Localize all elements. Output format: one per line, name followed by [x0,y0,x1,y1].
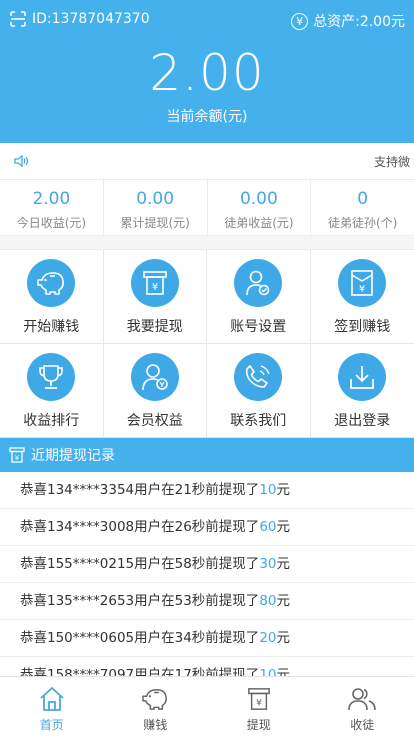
grid-member-benefits[interactable]: 会员权益 [103,344,207,438]
grid-label: 我要提现 [126,319,183,335]
record-text: 恭喜135****2653用户在53秒前提现了 [20,593,260,609]
record-amount: 10 [259,482,277,498]
stats-row: 2.00 今日收益(元) 0.00 累计提现(元) 0.00 徒弟收益(元) 0… [0,180,414,236]
record-text: 恭喜155****0215用户在58秒前提现了 [20,556,260,572]
grid-start-earning[interactable]: 开始赚钱 [0,250,104,344]
list-item: 恭喜158****7097用户在17秒前提现了10元 [0,657,414,676]
function-grid: 开始赚钱 ¥ 我要提现 账号设置 ¥ 签到赚钱 收益排行 会员权益 联系我们 退… [0,250,414,438]
list-item: 恭喜135****2653用户在53秒前提现了80元 [0,583,414,620]
record-text: 恭喜158****7097用户在17秒前提现了 [20,667,260,676]
piggy-bank-icon [141,685,169,713]
record-text: 恭喜134****3008用户在26秒前提现了 [20,519,260,535]
tab-earn[interactable]: 赚钱 [104,677,208,736]
tab-label: 收徒 [350,718,375,732]
records-list: 恭喜134****3354用户在21秒前提现了10元 恭喜134****3008… [0,472,414,676]
stat-value: 2.00 [32,189,71,209]
record-unit: 元 [276,630,291,646]
grid-label: 会员权益 [126,413,183,429]
checkin-icon: ¥ [338,259,387,307]
grid-label: 退出登录 [334,413,391,429]
stat-value: 0.00 [136,189,175,209]
tab-apprentice[interactable]: 收徒 [311,677,414,736]
list-item: 恭喜150****0605用户在34秒前提现了20元 [0,620,414,657]
withdraw-record-icon: ¥ [9,447,25,463]
tab-label: 赚钱 [143,718,168,732]
grid-label: 账号设置 [230,319,287,335]
record-amount: 20 [259,630,277,646]
record-unit: 元 [276,667,291,676]
withdraw-icon: ¥ [130,259,179,307]
grid-withdraw[interactable]: ¥ 我要提现 [103,250,207,344]
tab-withdraw[interactable]: ¥ 提现 [207,677,311,736]
tab-label: 提现 [246,718,271,732]
list-item: 恭喜134****3354用户在21秒前提现了10元 [0,472,414,509]
stat-today-income: 2.00 今日收益(元) [0,180,104,235]
current-balance: 2.00 [149,44,265,102]
home-icon [39,685,65,713]
member-icon [130,353,179,401]
record-unit: 元 [276,556,291,572]
grid-logout[interactable]: 退出登录 [310,344,414,438]
logout-icon [338,353,387,401]
record-unit: 元 [276,482,291,498]
record-text: 恭喜134****3354用户在21秒前提现了 [20,482,260,498]
grid-checkin[interactable]: ¥ 签到赚钱 [310,250,414,344]
svg-text:¥: ¥ [256,697,262,708]
section-divider [0,236,414,250]
svg-text:¥: ¥ [15,454,20,462]
grid-label: 签到赚钱 [334,319,391,335]
phone-icon [234,353,283,401]
svg-text:¥: ¥ [152,282,158,293]
record-amount: 10 [259,667,277,676]
stat-total-withdrawn: 0.00 累计提现(元) [104,180,208,235]
balance-label: 当前余额(元) [166,109,248,125]
balance-header: ID:13787047370 ¥ 总资产:2.00元 2.00 当前余额(元) [0,0,414,143]
stat-label: 徒弟收益(元) [224,216,294,230]
grid-contact-us[interactable]: 联系我们 [207,344,311,438]
stat-apprentice-count: 0 徒弟徒孙(个) [311,180,414,235]
grid-label: 开始赚钱 [23,319,80,335]
stat-value: 0.00 [239,189,278,209]
piggy-bank-icon [27,259,76,307]
total-assets-block: ¥ 总资产:2.00元 [291,11,405,31]
tab-label: 首页 [39,718,64,732]
stat-value: 0 [357,189,369,209]
withdraw-icon: ¥ [247,685,271,713]
speaker-icon [14,154,29,168]
stat-label: 今日收益(元) [16,216,87,230]
notice-bar: 支持微 [0,143,414,180]
bottom-tab-bar: 首页 赚钱 ¥ 提现 收徒 [0,676,414,736]
record-unit: 元 [276,593,291,609]
record-text: 恭喜150****0605用户在34秒前提现了 [20,630,260,646]
record-unit: 元 [276,519,291,535]
list-item: 恭喜134****3008用户在26秒前提现了60元 [0,509,414,546]
account-settings-icon [234,259,283,307]
stat-label: 徒弟徒孙(个) [327,216,398,230]
grid-label: 收益排行 [23,413,80,429]
notice-text: 支持微 [373,155,410,169]
svg-text:¥: ¥ [359,284,365,295]
scan-icon [10,11,26,27]
user-id-block: ID:13787047370 [10,11,150,27]
trophy-icon [27,353,76,401]
apprentice-icon [348,685,377,713]
stat-label: 累计提现(元) [120,216,190,230]
stat-apprentice-income: 0.00 徒弟收益(元) [208,180,312,235]
grid-label: 联系我们 [230,413,287,429]
record-amount: 80 [259,593,277,609]
grid-income-ranking[interactable]: 收益排行 [0,344,104,438]
yen-icon: ¥ [291,12,309,30]
user-id: ID:13787047370 [32,11,150,27]
list-item: 恭喜155****0215用户在58秒前提现了30元 [0,546,414,583]
records-title: 近期提现记录 [31,448,115,464]
records-header: ¥ 近期提现记录 [0,438,414,472]
record-amount: 60 [259,519,277,535]
record-amount: 30 [259,556,277,572]
grid-account-settings[interactable]: 账号设置 [207,250,311,344]
total-assets: 总资产:2.00元 [313,14,405,30]
tab-home[interactable]: 首页 [0,677,104,736]
